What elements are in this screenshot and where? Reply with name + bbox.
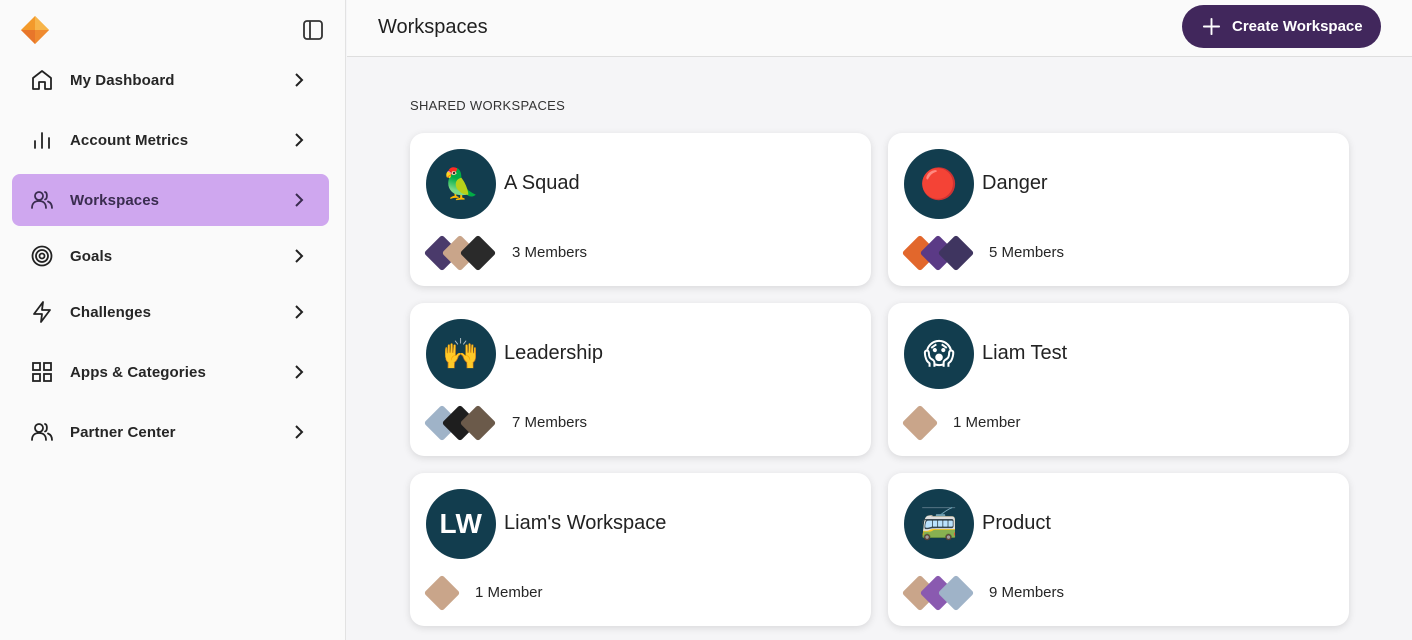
chevron-right-icon: [295, 365, 304, 379]
workspace-avatar: 😱: [904, 319, 974, 389]
sidebar-item-account-metrics[interactable]: Account Metrics: [12, 114, 329, 166]
workspace-name: A Squad: [504, 172, 580, 194]
workspace-name: Liam Test: [982, 342, 1068, 364]
workspace-avatar: 🙌: [426, 319, 496, 389]
workspace-card-liam-test[interactable]: 😱 Liam Test 1 Member: [888, 303, 1349, 456]
workspace-card-leadership[interactable]: 🙌 Leadership 7 Members: [410, 303, 871, 456]
page-header: Workspaces Create Workspace: [347, 0, 1412, 57]
sidebar-item-challenges[interactable]: Challenges: [12, 286, 329, 338]
workspace-name: Danger: [982, 172, 1048, 194]
chevron-right-icon: [295, 305, 304, 319]
grid-icon: [32, 362, 52, 382]
chevron-right-icon: [295, 425, 304, 439]
member-count: 7 Members: [512, 414, 588, 431]
bar-chart-icon: [34, 132, 50, 149]
sidebar-item-label: Goals: [70, 247, 113, 265]
plus-icon: [1202, 17, 1221, 36]
sidebar-item-partner-center[interactable]: Partner Center: [12, 406, 329, 458]
chevron-right-icon: [295, 193, 304, 207]
sidebar-item-label: Account Metrics: [70, 131, 189, 149]
sidebar-item-label: Challenges: [70, 303, 152, 321]
workspace-avatar: 🔴: [904, 149, 974, 219]
member-count: 3 Members: [512, 244, 588, 261]
workspace-card-danger[interactable]: 🔴 Danger 5 Members: [888, 133, 1349, 286]
create-workspace-button[interactable]: Create Workspace: [1182, 5, 1381, 48]
users-icon: [31, 191, 53, 209]
sidebar-item-label: My Dashboard: [70, 71, 175, 89]
workspace-name: Product: [982, 512, 1051, 534]
page-title: Workspaces: [378, 16, 488, 38]
sidebar-item-goals[interactable]: Goals: [12, 230, 329, 282]
sidebar-item-label: Apps & Categories: [70, 363, 206, 381]
sidebar: My Dashboard Account Metrics Workspaces …: [0, 0, 346, 640]
sidebar-toggle-icon[interactable]: [301, 18, 325, 42]
sidebar-item-workspaces[interactable]: Workspaces: [12, 174, 329, 226]
member-count: 9 Members: [989, 584, 1065, 601]
lightning-icon: [33, 301, 51, 323]
avatar: [423, 574, 461, 612]
chevron-right-icon: [295, 73, 304, 87]
sidebar-item-my-dashboard[interactable]: My Dashboard: [12, 54, 329, 106]
chevron-right-icon: [295, 249, 304, 263]
member-count: 1 Member: [475, 584, 543, 601]
workspace-name: Leadership: [504, 342, 603, 364]
workspace-name: Liam's Workspace: [504, 512, 667, 534]
member-count: 5 Members: [989, 244, 1065, 261]
section-title: SHARED WORKSPACES: [410, 98, 566, 113]
member-count: 1 Member: [953, 414, 1021, 431]
workspace-card-a-squad[interactable]: 🦜 A Squad 3 Members: [410, 133, 871, 286]
workspace-card-liams-workspace[interactable]: LW Liam's Workspace 1 Member: [410, 473, 871, 626]
create-workspace-label: Create Workspace: [1232, 18, 1363, 35]
workspace-avatar: 🚎: [904, 489, 974, 559]
avatar: [901, 404, 939, 442]
sidebar-item-label: Workspaces: [70, 191, 160, 209]
home-icon: [32, 70, 52, 90]
target-icon: [31, 245, 53, 267]
app-logo[interactable]: [19, 14, 51, 46]
workspace-avatar: LW: [426, 489, 496, 559]
sidebar-item-label: Partner Center: [70, 423, 176, 441]
workspace-avatar: 🦜: [426, 149, 496, 219]
users-icon: [31, 423, 53, 441]
workspace-card-product[interactable]: 🚎 Product 9 Members: [888, 473, 1349, 626]
sidebar-item-apps-categories[interactable]: Apps & Categories: [12, 346, 329, 398]
chevron-right-icon: [295, 133, 304, 147]
